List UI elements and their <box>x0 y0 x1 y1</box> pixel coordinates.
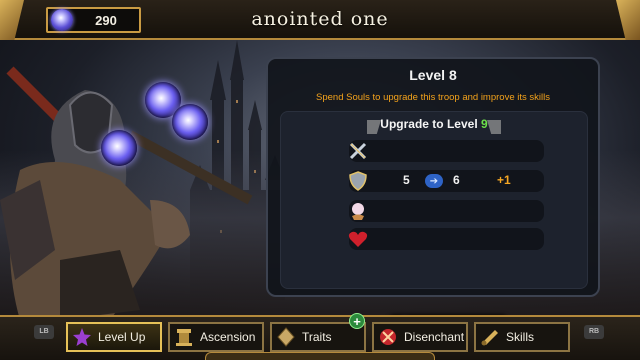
bottom-handle <box>205 352 435 360</box>
heart-icon <box>347 227 369 251</box>
stat-row-attack <box>349 140 544 162</box>
soul-orb-decoration <box>101 130 137 166</box>
upgrade-details: Upgrade to Level 9 5 ➔ 6 +1 <box>280 111 588 340</box>
soul-orb-decoration <box>172 104 208 140</box>
tab-traits-label: Traits <box>302 330 332 344</box>
disenchant-icon <box>377 326 399 348</box>
ascension-pillar-icon <box>173 326 195 348</box>
skills-scroll-icon <box>479 326 501 348</box>
upgrade-level-number: 9 <box>481 117 488 131</box>
crossed-swords-icon <box>347 139 369 163</box>
tab-disenchant-label: Disenchant <box>404 330 465 344</box>
tab-skills-label: Skills <box>506 330 535 344</box>
tab-disenchant[interactable]: Disenchant <box>372 322 468 352</box>
anointed-one-troop-art <box>0 66 253 320</box>
stat-row-life <box>347 227 544 251</box>
new-traits-plus-icon: + <box>349 313 365 329</box>
arrow-right-icon: ➔ <box>425 174 443 188</box>
top-left-ornament <box>0 0 24 40</box>
right-bumper-hint: RB <box>584 325 604 339</box>
upgrade-description: Spend Souls to upgrade this troop and im… <box>316 92 550 103</box>
left-bumper-hint: LB <box>34 325 54 339</box>
upgrade-label: Upgrade to Level <box>380 117 478 131</box>
tab-level-up[interactable]: Level Up <box>66 322 162 352</box>
armor-next: 6 <box>453 173 460 187</box>
traits-rune-icon <box>275 326 297 348</box>
magic-orb-icon <box>347 199 369 223</box>
tab-skills[interactable]: Skills <box>474 322 570 352</box>
current-level: Level 8 <box>409 67 457 83</box>
tab-ascension[interactable]: Ascension <box>168 322 264 352</box>
tab-level-up-label: Level Up <box>98 330 146 344</box>
level-up-panel: Level 8 Spend Souls to upgrade this troo… <box>266 57 600 340</box>
armor-bonus: +1 <box>497 173 511 187</box>
upgrade-heading: Upgrade to Level 9 <box>281 117 587 131</box>
souls-amount: 290 <box>95 12 117 28</box>
souls-icon <box>51 9 73 31</box>
top-right-ornament <box>616 0 640 40</box>
upgrade-star-icon <box>71 326 93 348</box>
shield-icon <box>347 169 369 193</box>
stat-row-armor: 5 ➔ 6 +1 <box>349 170 544 192</box>
souls-counter: 290 <box>46 7 141 33</box>
stat-row-magic <box>349 200 544 222</box>
tab-ascension-label: Ascension <box>200 330 256 344</box>
troop-title: anointed one <box>251 8 389 30</box>
top-bar: 290 anointed one <box>0 0 640 40</box>
armor-current: 5 <box>403 173 410 187</box>
